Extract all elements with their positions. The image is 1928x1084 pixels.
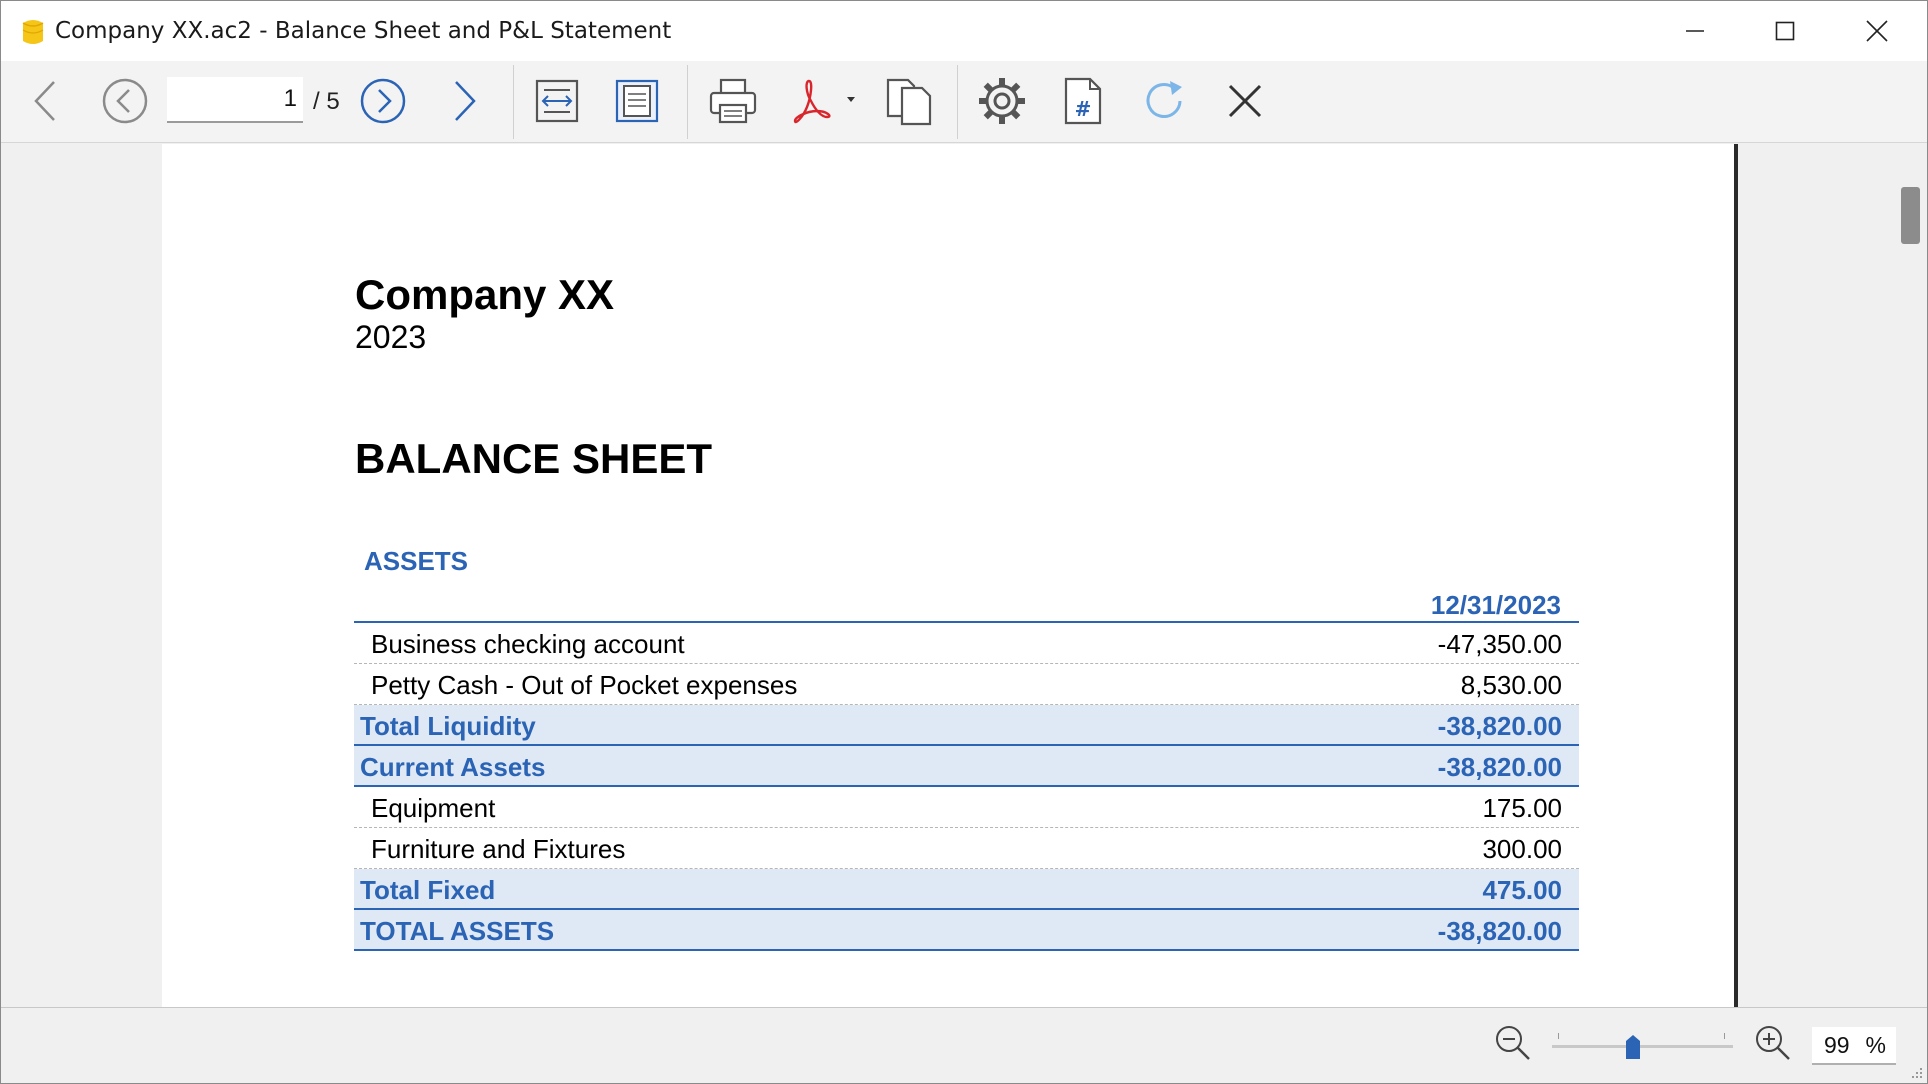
toolbar: / 5 (1, 61, 1927, 143)
copy-pages-button[interactable] (881, 73, 937, 129)
table-row: Petty Cash - Out of Pocket expenses 8,53… (354, 664, 1579, 705)
row-amount: 175.00 (1482, 793, 1562, 823)
next-page-icon (360, 78, 406, 124)
forward-button[interactable] (445, 73, 485, 129)
page-number-button[interactable]: # (1057, 73, 1109, 129)
close-icon (1866, 20, 1888, 42)
zoom-in-icon[interactable] (1753, 1023, 1793, 1063)
company-name: Company XX (355, 271, 615, 318)
settings-button[interactable] (975, 73, 1029, 129)
row-label: Total Fixed (360, 875, 496, 905)
toolbar-separator (957, 65, 958, 139)
row-amount: -38,820.00 (1437, 916, 1562, 946)
row-label: Current Assets (360, 752, 546, 782)
next-page-button[interactable] (357, 73, 409, 129)
zoom-out-icon[interactable] (1493, 1023, 1533, 1063)
page-total: / 5 (313, 88, 340, 115)
fit-page-button[interactable] (611, 73, 663, 129)
minimize-button[interactable] (1649, 1, 1741, 61)
zoom-slider-tick (1558, 1033, 1559, 1039)
svg-text:#: # (1075, 97, 1092, 121)
print-icon (709, 78, 757, 124)
app-icon (22, 20, 44, 44)
report-preview-window: Company XX.ac2 - Balance Sheet and P&L S… (0, 0, 1928, 1084)
settings-gear-icon (979, 78, 1025, 124)
row-label: TOTAL ASSETS (360, 916, 555, 946)
section-title-assets: ASSETS (364, 546, 469, 576)
copy-pages-icon (886, 78, 932, 126)
page-number-input[interactable] (167, 77, 303, 123)
refresh-icon (1146, 81, 1182, 118)
minimize-icon (1686, 30, 1704, 32)
close-preview-button[interactable] (1219, 73, 1271, 129)
back-button[interactable] (25, 73, 65, 129)
pdf-export-button[interactable] (785, 73, 859, 129)
vertical-scrollbar-thumb[interactable] (1901, 187, 1920, 244)
row-label: Furniture and Fixtures (371, 834, 626, 864)
page-edge-shadow (1734, 144, 1738, 1007)
close-preview-icon (1228, 84, 1262, 118)
toolbar-separator (687, 65, 688, 139)
window-title: Company XX.ac2 - Balance Sheet and P&L S… (55, 18, 672, 44)
page-number-icon: # (1064, 77, 1102, 125)
forward-arrow-icon (455, 81, 476, 121)
vertical-scrollbar[interactable] (1896, 144, 1927, 1007)
fit-width-icon (535, 79, 579, 123)
table-row: Business checking account -47,350.00 (354, 623, 1579, 664)
row-amount: 8,530.00 (1460, 670, 1562, 700)
report-year: 2023 (355, 319, 427, 355)
maximize-button[interactable] (1739, 1, 1831, 61)
zoom-unit: % (1865, 1031, 1886, 1058)
zoom-slider-tick (1724, 1033, 1725, 1039)
fit-page-icon (615, 79, 659, 123)
total-row: Total Fixed 475.00 (354, 869, 1579, 910)
column-header-date: 12/31/2023 (1430, 590, 1561, 620)
report-title: BALANCE SHEET (355, 435, 713, 482)
row-amount: -38,820.00 (1437, 752, 1562, 782)
zoom-slider-thumb[interactable] (1625, 1035, 1641, 1059)
total-row: Current Assets -38,820.00 (354, 746, 1579, 787)
title-bar: Company XX.ac2 - Balance Sheet and P&L S… (1, 1, 1927, 61)
row-label: Business checking account (371, 629, 685, 659)
previous-page-icon (102, 78, 148, 124)
row-label: Equipment (371, 793, 496, 823)
total-row: Total Liquidity -38,820.00 (354, 705, 1579, 746)
row-label: Total Liquidity (360, 711, 536, 741)
zoom-slider-track[interactable] (1552, 1045, 1733, 1048)
zoom-percentage-field[interactable]: 99 % (1812, 1027, 1896, 1065)
row-amount: 300.00 (1482, 834, 1562, 864)
print-button[interactable] (705, 73, 761, 129)
toolbar-separator (513, 65, 514, 139)
column-header-row: 12/31/2023 (354, 585, 1579, 623)
close-window-button[interactable] (1831, 1, 1923, 61)
pdf-export-icon (793, 79, 855, 124)
table-row: Equipment 175.00 (354, 787, 1579, 828)
row-label: Petty Cash - Out of Pocket expenses (371, 670, 798, 700)
zoom-value: 99 (1823, 1031, 1850, 1058)
balance-sheet-table: 12/31/2023 Business checking account -47… (354, 585, 1579, 951)
refresh-button[interactable] (1137, 73, 1191, 129)
maximize-icon (1775, 21, 1795, 41)
previous-page-button[interactable] (99, 73, 151, 129)
row-amount: 475.00 (1482, 875, 1562, 905)
row-amount: -47,350.00 (1437, 629, 1562, 659)
fit-width-button[interactable] (531, 73, 583, 129)
row-amount: -38,820.00 (1437, 711, 1562, 741)
total-row: TOTAL ASSETS -38,820.00 (354, 910, 1579, 951)
back-arrow-icon (34, 81, 55, 121)
table-row: Furniture and Fixtures 300.00 (354, 828, 1579, 869)
resize-grip-icon[interactable] (1909, 1065, 1923, 1079)
